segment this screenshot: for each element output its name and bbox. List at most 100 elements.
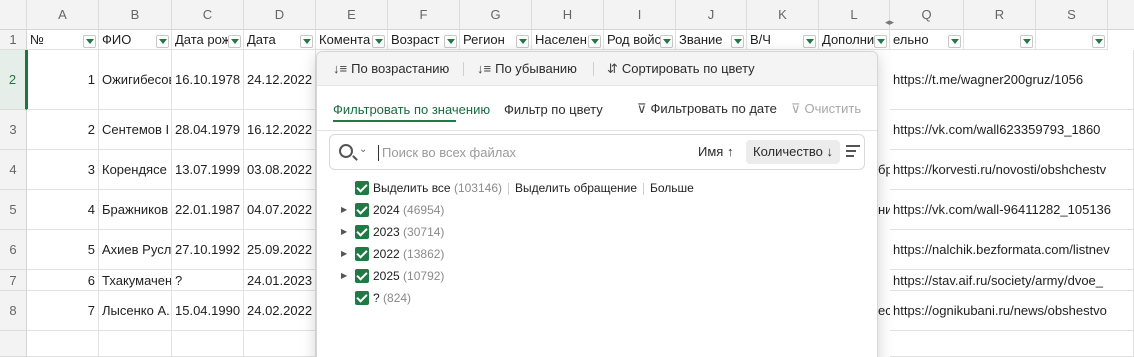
cell-num[interactable]: 2	[27, 110, 99, 150]
header-cell-r[interactable]	[964, 30, 1036, 50]
header-cell-num[interactable]: №	[27, 30, 99, 50]
cell-date[interactable]: 04.07.2022	[244, 190, 316, 230]
expand-arrow-icon[interactable]: ▶	[341, 222, 347, 242]
tab-filter-by-value[interactable]: Фильтровать по значению	[333, 102, 490, 122]
cell-fio[interactable]: Тхакумачен	[99, 270, 172, 291]
cell-link[interactable]: https://stav.aif.ru/society/army/dvoe_	[890, 270, 1134, 291]
cell-birthdate[interactable]: 28.04.1979	[172, 110, 244, 150]
column-header-d[interactable]: D	[244, 0, 316, 30]
cell-num[interactable]: 6	[27, 270, 99, 291]
header-cell-fio[interactable]: ФИО	[99, 30, 172, 50]
column-header-l[interactable]: L	[819, 0, 890, 30]
filter-dropdown-icon[interactable]	[1092, 35, 1105, 48]
column-header-f[interactable]: F	[388, 0, 460, 30]
column-header-r[interactable]: R	[964, 0, 1036, 30]
header-cell-branch[interactable]: Род войс	[604, 30, 676, 50]
list-item[interactable]: ? (824)	[355, 288, 555, 308]
list-settings-icon[interactable]	[846, 145, 862, 159]
header-cell-settlement[interactable]: Населен	[532, 30, 604, 50]
filter-dropdown-icon[interactable]	[156, 35, 169, 48]
filter-dropdown-icon[interactable]	[874, 35, 887, 48]
more-link[interactable]: Больше	[650, 181, 694, 195]
item-checkbox[interactable]	[355, 269, 369, 283]
cell-birthdate[interactable]: 22.01.1987	[172, 190, 244, 230]
chevron-down-icon[interactable]: ⌄	[359, 144, 367, 155]
search-icon[interactable]	[339, 144, 353, 158]
item-checkbox[interactable]	[355, 225, 369, 239]
cell-fio[interactable]: Бражников	[99, 190, 172, 230]
cell-link[interactable]	[890, 331, 1134, 357]
cell-num[interactable]: 1	[27, 50, 99, 110]
cell-num[interactable]	[27, 331, 99, 357]
sort-by-name-button[interactable]: Имя ↑	[698, 144, 733, 159]
cell-birthdate[interactable]: 13.07.1999	[172, 150, 244, 190]
row-header-7[interactable]: 7	[0, 270, 27, 291]
cell-birthdate[interactable]	[172, 331, 244, 357]
cell-num[interactable]: 3	[27, 150, 99, 190]
cell-num[interactable]: 7	[27, 291, 99, 331]
column-resize-handle-icon[interactable]: ◂▸	[885, 17, 901, 27]
cell-link[interactable]: https://nalchik.bezformata.com/listnev	[890, 230, 1134, 270]
row-header-3[interactable]: 3	[0, 110, 27, 150]
cell-num[interactable]: 4	[27, 190, 99, 230]
row-header-5[interactable]: 5	[0, 190, 27, 230]
header-cell-region[interactable]: Регион	[460, 30, 532, 50]
cell-date[interactable]: 24.02.2022	[244, 291, 316, 331]
expand-arrow-icon[interactable]: ▶	[341, 200, 347, 220]
cell-birthdate[interactable]: ?	[172, 270, 244, 291]
filter-dropdown-icon[interactable]	[588, 35, 601, 48]
cell-birthdate[interactable]: 27.10.1992	[172, 230, 244, 270]
filter-dropdown-icon[interactable]	[300, 35, 313, 48]
list-item[interactable]: ▶ 2022 (13862)	[341, 244, 541, 264]
header-cell-comment[interactable]: Комента	[316, 30, 388, 50]
sort-descending-button[interactable]: ↓≡ По убыванию	[477, 52, 577, 86]
cell-date[interactable]: 16.12.2022	[244, 110, 316, 150]
row-header-6[interactable]: 6	[0, 230, 27, 270]
cell-fio[interactable]: Лысенко А.	[99, 291, 172, 331]
filter-dropdown-icon[interactable]	[731, 35, 744, 48]
header-cell-s[interactable]	[1036, 30, 1108, 50]
filter-by-date-button[interactable]: ⊽ Фильтровать по дате	[637, 101, 777, 117]
header-cell-additional[interactable]: Дополни	[819, 30, 890, 50]
select-all-corner[interactable]	[0, 0, 27, 30]
column-header-e[interactable]: E	[316, 0, 388, 30]
column-header-a[interactable]: A	[27, 0, 99, 30]
header-cell-extra[interactable]: ельно	[890, 30, 964, 50]
item-checkbox[interactable]	[355, 203, 369, 217]
cell-fio[interactable]	[99, 331, 172, 357]
column-header-j[interactable]: J	[676, 0, 747, 30]
cell-link[interactable]: https://vk.com/wall623359793_1860	[890, 110, 1134, 150]
column-header-c[interactable]: C	[172, 0, 244, 30]
row-header-4[interactable]: 4	[0, 150, 27, 190]
sort-by-color-button[interactable]: ⇵ Сортировать по цвету	[607, 52, 755, 86]
row-header-8[interactable]: 8	[0, 291, 27, 331]
expand-arrow-icon[interactable]: ▶	[341, 266, 347, 286]
item-checkbox[interactable]	[355, 291, 369, 305]
header-cell-rank[interactable]: Звание	[676, 30, 747, 50]
tab-filter-by-color[interactable]: Фильтр по цвету	[504, 102, 603, 122]
list-item[interactable]: ▶ 2023 (30714)	[341, 222, 541, 242]
cell-num[interactable]: 5	[27, 230, 99, 270]
column-header-b[interactable]: B	[99, 0, 172, 30]
search-box[interactable]: ⌄ Имя ↑ Количество ↓	[329, 134, 865, 170]
cell-link[interactable]: https://vk.com/wall-96411282_105136	[890, 190, 1134, 230]
cell-birthdate[interactable]: 15.04.1990	[172, 291, 244, 331]
header-cell-date[interactable]: Дата	[244, 30, 316, 50]
cell-date[interactable]	[244, 331, 316, 357]
expand-arrow-icon[interactable]: ▶	[341, 244, 347, 264]
column-header-k[interactable]: K	[747, 0, 819, 30]
filter-dropdown-icon[interactable]	[1020, 35, 1033, 48]
cell-birthdate[interactable]: 16.10.1978	[172, 50, 244, 110]
header-cell-birthdate[interactable]: Дата рож	[172, 30, 244, 50]
row-header-2[interactable]: 2	[0, 50, 27, 110]
list-item[interactable]: ▶ 2024 (46954)	[341, 200, 541, 220]
column-header-g[interactable]: G	[460, 0, 532, 30]
list-item[interactable]: ▶ 2025 (10792)	[341, 266, 541, 286]
filter-dropdown-icon[interactable]	[516, 35, 529, 48]
header-cell-age[interactable]: Возраст	[388, 30, 460, 50]
select-all-row[interactable]: Выделить все (103146) Выделить обращение Б…	[355, 178, 855, 198]
cell-date[interactable]: 24.12.2022	[244, 50, 316, 110]
cell-date[interactable]: 24.01.2023	[244, 270, 316, 291]
item-checkbox[interactable]	[355, 247, 369, 261]
cell-fio[interactable]: Сентемов I	[99, 110, 172, 150]
